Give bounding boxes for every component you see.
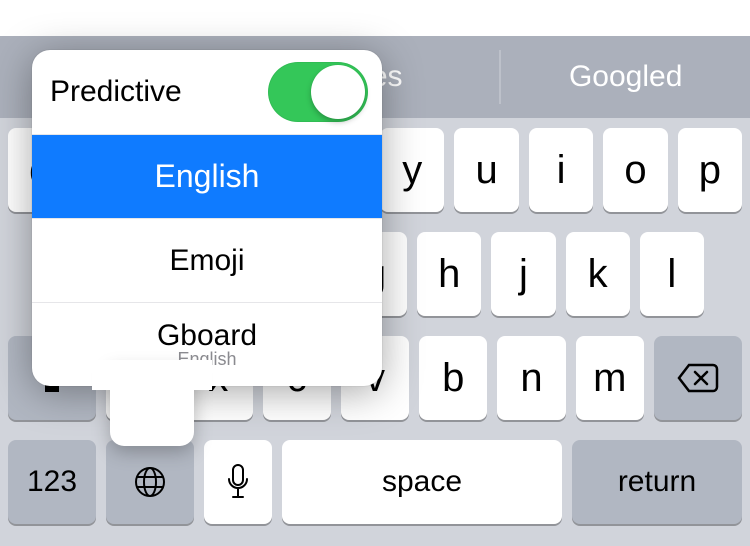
option-label: English: [155, 158, 260, 195]
app-content-strip: [0, 0, 750, 36]
key-n[interactable]: n: [497, 336, 565, 420]
option-label: Emoji: [169, 244, 244, 278]
predictive-toggle[interactable]: [268, 62, 368, 122]
key-u[interactable]: u: [454, 128, 518, 212]
numeric-key[interactable]: 123: [8, 440, 96, 524]
globe-icon: [133, 465, 167, 499]
dictation-key[interactable]: [204, 440, 272, 524]
prediction-3[interactable]: Googled: [501, 36, 750, 118]
key-y[interactable]: y: [380, 128, 444, 212]
key-o[interactable]: o: [603, 128, 667, 212]
predictive-toggle-row[interactable]: Predictive: [32, 50, 382, 134]
space-key[interactable]: space: [282, 440, 562, 524]
backspace-icon: [677, 363, 719, 393]
keyboard-option-emoji[interactable]: Emoji: [32, 218, 382, 302]
key-l[interactable]: l: [640, 232, 704, 316]
microphone-icon: [226, 463, 250, 501]
key-row-4: 123 space return: [8, 440, 742, 524]
keyboard-switcher-popover: Predictive English Emoji Gboard English: [32, 50, 382, 386]
toggle-knob: [311, 65, 365, 119]
predictive-label: Predictive: [50, 75, 182, 109]
globe-key[interactable]: [106, 440, 194, 524]
option-label: Gboard: [157, 319, 257, 352]
return-key[interactable]: return: [572, 440, 742, 524]
key-p[interactable]: p: [678, 128, 742, 212]
key-m[interactable]: m: [576, 336, 644, 420]
keyboard-option-english[interactable]: English: [32, 134, 382, 218]
key-j[interactable]: j: [491, 232, 555, 316]
key-k[interactable]: k: [566, 232, 630, 316]
key-i[interactable]: i: [529, 128, 593, 212]
key-h[interactable]: h: [417, 232, 481, 316]
key-b[interactable]: b: [419, 336, 487, 420]
backspace-key[interactable]: [654, 336, 742, 420]
